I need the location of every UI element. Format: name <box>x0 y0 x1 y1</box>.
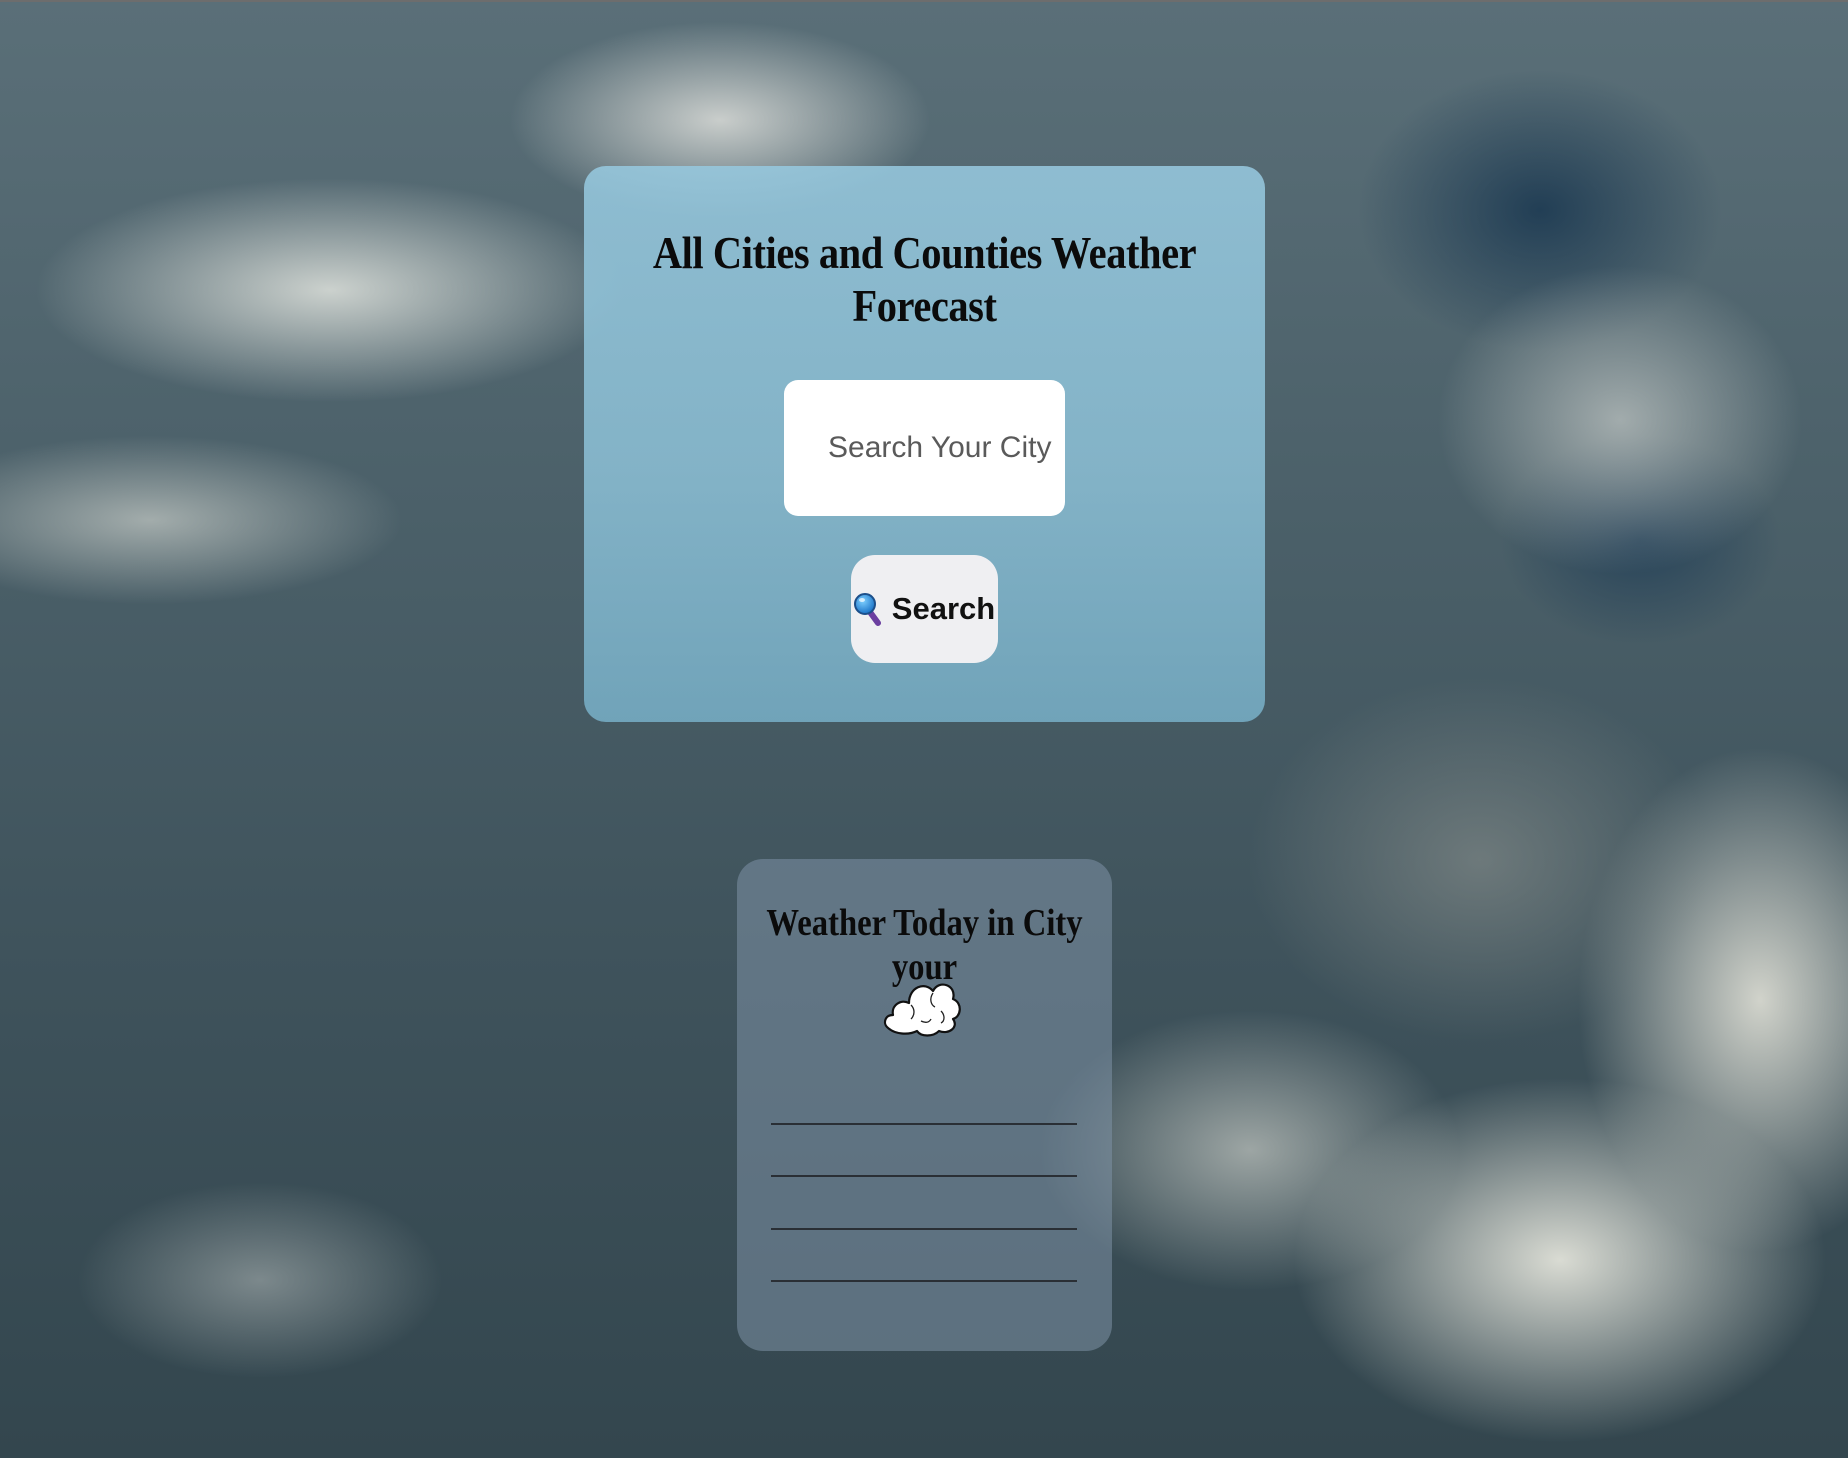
cloud-icon <box>881 965 965 1041</box>
weather-info-line-3 <box>771 1228 1077 1230</box>
window-top-border <box>0 0 1848 2</box>
weather-today-panel: Weather Today in City your <box>737 859 1112 1351</box>
page-title: All Cities and Counties Weather Forecast <box>652 227 1197 331</box>
search-button-label: Search <box>891 591 996 626</box>
weather-info-line-2 <box>771 1175 1077 1177</box>
search-button[interactable]: Search <box>851 555 998 663</box>
search-panel: All Cities and Counties Weather Forecast… <box>584 166 1265 722</box>
weather-info-line-4 <box>771 1280 1077 1282</box>
weather-info-line-1 <box>771 1123 1077 1125</box>
magnifying-glass-icon <box>853 592 882 626</box>
city-search-input[interactable] <box>784 380 1065 516</box>
